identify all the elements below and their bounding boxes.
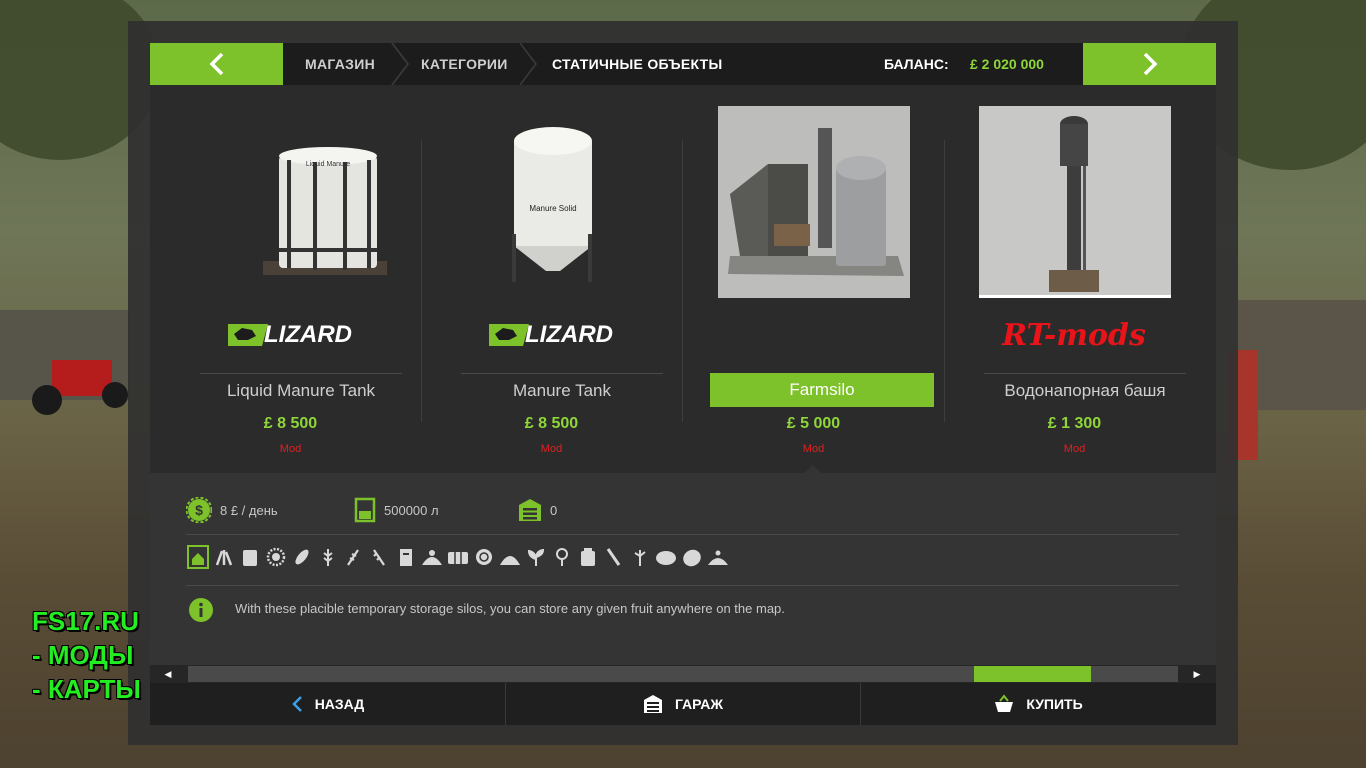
breadcrumb-categories[interactable]: КАТЕГОРИИ [421, 43, 508, 85]
wheat-icon [316, 545, 339, 569]
buy-button[interactable]: КУПИТЬ [861, 683, 1216, 725]
breadcrumb-shop[interactable]: МАГАЗИН [305, 43, 375, 85]
mod-tag: Mod [802, 443, 825, 455]
thumb-label: Liquid Manure [306, 161, 350, 168]
rt-mods-logo: RT-mods [974, 315, 1174, 355]
lizard-logo: LIZARD [190, 315, 390, 355]
bin-icon [394, 545, 417, 569]
round-bale-icon [472, 545, 495, 569]
fertilizer-icon [576, 545, 599, 569]
lizard-logo-text: LIZARD [264, 321, 352, 348]
mod-tag: Mod [279, 443, 302, 455]
thumb-label: Manure Solid [529, 204, 576, 213]
capacity-stat: 500000 л [354, 497, 439, 523]
silo-capacity-icon [354, 497, 376, 523]
prev-page-button[interactable] [150, 43, 283, 85]
daily-cost-stat: $ 8 £ / день [186, 497, 278, 523]
next-page-button[interactable] [1083, 43, 1216, 85]
bale-icon [446, 545, 469, 569]
balance-label: БАЛАНС: [884, 56, 949, 72]
oat-icon [368, 545, 391, 569]
fruit-types-list [186, 545, 729, 569]
basket-icon [995, 694, 1014, 712]
item-price: £ 5 000 [786, 415, 841, 432]
grass-icon [212, 545, 235, 569]
item-description: With these placible temporary storage si… [235, 601, 785, 616]
shop-item-liquid-manure-tank[interactable]: Liquid Manure LIZARD Liquid Manure Tank … [160, 85, 421, 473]
balance-value: £ 2 020 000 [970, 56, 1044, 72]
chevron-right-icon [1143, 52, 1157, 76]
site-watermark: FS17.RU - МОДЫ - КАРТЫ [32, 604, 141, 706]
corn-icon [290, 545, 313, 569]
garage-button-label: ГАРАЖ [674, 696, 724, 712]
sunflower-icon [264, 545, 287, 569]
item-price: £ 1 300 [1047, 415, 1102, 432]
mod-tag: Mod [1063, 443, 1086, 455]
background-tractor [32, 360, 128, 415]
item-name: Manure Tank [461, 373, 663, 408]
item-name: Liquid Manure Tank [200, 373, 402, 408]
poplar-icon [628, 545, 651, 569]
garage-count-value: 0 [550, 502, 558, 518]
dollar-cog-icon: $ [186, 497, 212, 523]
watermark-line: - МОДЫ [32, 640, 134, 670]
daily-cost-value: 8 £ / день [220, 502, 278, 518]
farmsilo-image [718, 106, 910, 298]
item-list: Liquid Manure LIZARD Liquid Manure Tank … [150, 85, 1216, 473]
sack-icon [238, 545, 261, 569]
heap-icon [498, 545, 521, 569]
capacity-value: 500000 л [384, 502, 439, 518]
item-scrollbar[interactable]: ◀ ▶ [150, 665, 1216, 683]
item-price: £ 8 500 [524, 415, 579, 432]
manure-tank-image: Manure Solid [512, 127, 592, 282]
watermark-line: - КАРТЫ [32, 674, 141, 704]
shop-item-farmsilo[interactable]: Farmsilo £ 5 000 Mod [683, 85, 944, 473]
item-name: Farmsilo [710, 373, 934, 407]
back-button[interactable]: НАЗАД [150, 683, 505, 725]
breadcrumb-separator [391, 43, 409, 85]
potato-pile-icon [420, 545, 443, 569]
scroll-right-icon[interactable]: ▶ [1188, 665, 1206, 683]
back-arrow-icon [291, 696, 302, 712]
watermark-line: FS17.RU [32, 606, 139, 636]
flower-icon [550, 545, 573, 569]
shop-item-water-tower[interactable]: RT-mods Водонапорная башя £ 1 300 Mod [944, 85, 1205, 473]
details-divider [186, 585, 1179, 586]
sugarbeet-icon [680, 545, 703, 569]
garage-icon [643, 695, 662, 713]
lizard-logo-text: LIZARD [525, 321, 613, 348]
breadcrumb-static-objects: СТАТИЧНЫЕ ОБЪЕКТЫ [552, 56, 723, 72]
mod-tag: Mod [540, 443, 563, 455]
scroll-left-icon[interactable]: ◀ [159, 665, 177, 683]
garage-icon [519, 499, 541, 521]
action-bar: НАЗАД ГАРАЖ КУПИТЬ [150, 683, 1216, 725]
sugarcane-icon [602, 545, 625, 569]
lizard-logo: LIZARD [451, 315, 651, 355]
item-details: $ 8 £ / день 500000 л 0 With these placi… [150, 473, 1216, 665]
liquid-manure-tank-image: Liquid Manure [263, 147, 387, 275]
potato-icon [654, 545, 677, 569]
info-icon [189, 598, 213, 622]
shop-item-manure-tank[interactable]: Manure Solid LIZARD Manure Tank £ 8 500 … [421, 85, 682, 473]
water-tower-image [979, 106, 1171, 298]
item-name: Водонапорная башя [984, 373, 1186, 408]
barley-icon [342, 545, 365, 569]
buy-button-label: КУПИТЬ [1026, 696, 1083, 712]
shop-header: МАГАЗИН КАТЕГОРИИ СТАТИЧНЫЕ ОБЪЕКТЫ БАЛА… [150, 43, 1216, 85]
scroll-thumb[interactable] [974, 666, 1091, 682]
seedling-icon [524, 545, 547, 569]
back-button-label: НАЗАД [314, 696, 365, 712]
silo-fill-icon [186, 545, 209, 569]
rt-mods-logo-text: RT-mods [1002, 317, 1146, 353]
breadcrumb-separator [519, 43, 537, 85]
details-divider [186, 534, 1179, 535]
chevron-left-icon [209, 52, 223, 76]
manure-pile-icon [706, 545, 729, 569]
garage-count-stat: 0 [518, 497, 557, 523]
svg-text:$: $ [195, 502, 203, 518]
garage-button[interactable]: ГАРАЖ [506, 683, 860, 725]
item-price: £ 8 500 [263, 415, 318, 432]
